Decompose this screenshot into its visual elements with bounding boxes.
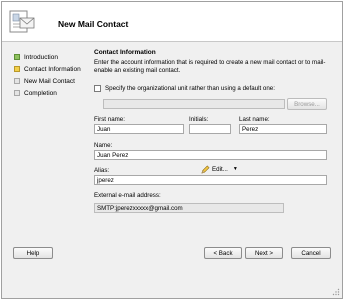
step-label: Introduction (24, 53, 58, 61)
wizard-header: New Mail Contact (2, 2, 342, 42)
resize-grip-icon[interactable] (332, 288, 340, 296)
name-label: Name: (94, 142, 113, 149)
step-label: Completion (24, 89, 57, 97)
dropdown-arrow-icon[interactable]: ▼ (233, 166, 238, 172)
ou-field[interactable] (103, 99, 285, 109)
contact-information-panel: Contact Information Enter the account in… (90, 43, 342, 253)
step-complete-icon (14, 54, 20, 60)
browse-button[interactable]: Browse... (287, 98, 327, 110)
step-new-mail-contact[interactable]: New Mail Contact (14, 76, 75, 86)
section-title: Contact Information (94, 49, 156, 56)
edit-label: Edit... (212, 165, 228, 173)
wizard-steps: Introduction Contact Information New Mai… (2, 43, 87, 243)
next-button[interactable]: Next > (245, 247, 283, 259)
ou-checkbox-label: Specify the organizational unit rather t… (105, 85, 275, 92)
ou-checkbox[interactable] (94, 85, 101, 92)
step-current-icon (14, 66, 20, 72)
edit-email-button[interactable]: Edit... ▼ (201, 163, 238, 175)
step-pending-icon (14, 90, 20, 96)
mail-contact-icon (9, 10, 35, 33)
step-introduction[interactable]: Introduction (14, 52, 58, 62)
step-label: Contact Information (24, 65, 81, 73)
name-field[interactable]: Juan Perez (94, 150, 327, 160)
cancel-button[interactable]: Cancel (291, 247, 331, 259)
step-contact-information[interactable]: Contact Information (14, 64, 81, 74)
help-button[interactable]: Help (13, 247, 53, 259)
section-description: Enter the account information that is re… (94, 59, 326, 74)
first-name-label: First name: (94, 116, 125, 123)
pencil-icon (201, 165, 210, 174)
step-pending-icon (14, 78, 20, 84)
external-email-field[interactable]: SMTP:jperezxxxxx@gmail.com (94, 203, 284, 213)
last-name-label: Last name: (239, 116, 270, 123)
wizard-window: New Mail Contact Introduction Contact In… (1, 1, 343, 299)
initials-label: Initials: (189, 116, 209, 123)
step-completion[interactable]: Completion (14, 88, 57, 98)
external-email-label: External e-mail address: (94, 192, 161, 199)
back-button[interactable]: < Back (204, 247, 242, 259)
initials-field[interactable] (189, 124, 231, 134)
wizard-title: New Mail Contact (58, 19, 129, 29)
step-label: New Mail Contact (24, 77, 75, 85)
alias-label: Alias: (94, 167, 110, 174)
first-name-field[interactable]: Juan (94, 124, 184, 134)
alias-field[interactable]: jperez (94, 175, 327, 185)
last-name-field[interactable]: Perez (239, 124, 327, 134)
